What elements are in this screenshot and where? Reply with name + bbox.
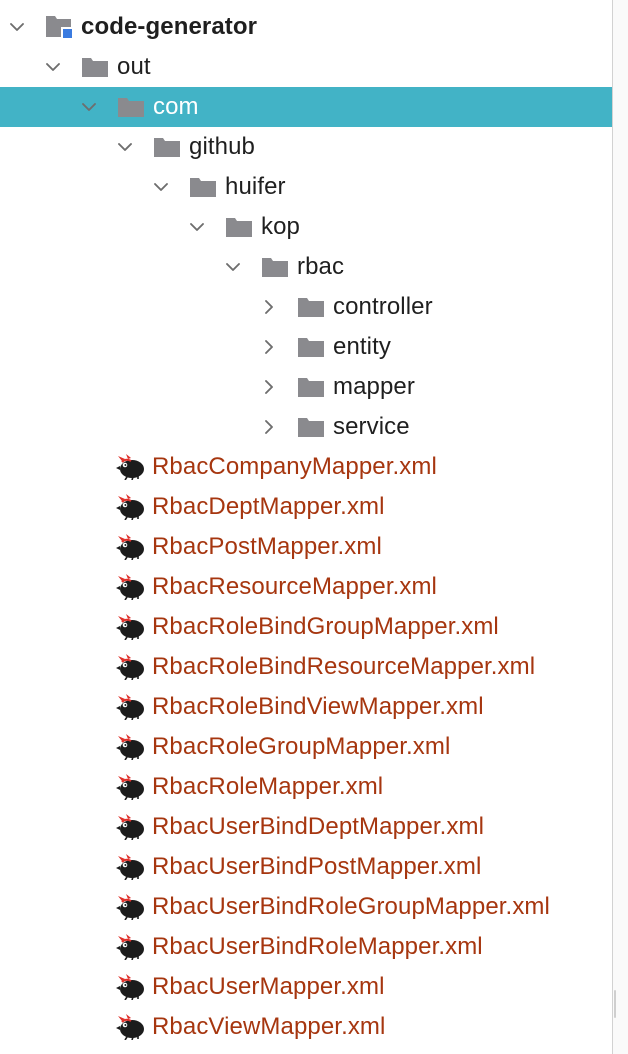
tree-row-label: RbacUserBindDeptMapper.xml: [152, 813, 485, 840]
tree-row-label: RbacRoleBindViewMapper.xml: [152, 693, 484, 720]
mybatis-bird-icon: [116, 494, 146, 520]
tree-row-mapper[interactable]: mapper: [0, 367, 612, 407]
tree-row-out[interactable]: out: [0, 47, 612, 87]
tree-row-f8[interactable]: RbacRoleGroupMapper.xml: [0, 727, 612, 767]
tree-row-f11[interactable]: RbacUserBindPostMapper.xml: [0, 847, 612, 887]
tree-row-label: kop: [261, 213, 300, 240]
chevron-down-icon[interactable]: [224, 258, 242, 276]
mybatis-bird-icon: [116, 934, 146, 960]
chevron-right-icon[interactable]: [260, 378, 278, 396]
tree-row-f15[interactable]: RbacViewMapper.xml: [0, 1007, 612, 1047]
chevron-down-icon[interactable]: [188, 218, 206, 236]
project-tree: code-generator out com github huifer kop rbac c…: [0, 0, 612, 1054]
module-folder-icon: [44, 14, 74, 40]
tree-row-controller[interactable]: controller: [0, 287, 612, 327]
chevron-down-icon[interactable]: [152, 178, 170, 196]
tree-row-label: RbacViewMapper.xml: [152, 1013, 386, 1040]
chevron-right-icon[interactable]: [260, 418, 278, 436]
tree-row-label: code-generator: [81, 13, 258, 40]
tree-row-label: RbacResourceMapper.xml: [152, 573, 437, 600]
tree-row-label: huifer: [225, 173, 286, 200]
folder-icon: [80, 54, 110, 80]
tree-row-f7[interactable]: RbacRoleBindViewMapper.xml: [0, 687, 612, 727]
tree-row-f10[interactable]: RbacUserBindDeptMapper.xml: [0, 807, 612, 847]
mybatis-bird-icon: [116, 454, 146, 480]
chevron-right-icon[interactable]: [260, 338, 278, 356]
tree-row-label: out: [117, 53, 151, 80]
mybatis-bird-icon: [116, 814, 146, 840]
tree-row-github[interactable]: github: [0, 127, 612, 167]
chevron-right-icon[interactable]: [260, 298, 278, 316]
folder-icon: [296, 334, 326, 360]
tree-row-f13[interactable]: RbacUserBindRoleMapper.xml: [0, 927, 612, 967]
tree-row-label: controller: [333, 293, 433, 320]
folder-icon: [224, 214, 254, 240]
tree-row-label: RbacRoleBindGroupMapper.xml: [152, 613, 499, 640]
chevron-down-icon[interactable]: [44, 58, 62, 76]
chevron-down-icon[interactable]: [116, 138, 134, 156]
chevron-down-icon[interactable]: [80, 98, 98, 116]
tree-row-f1[interactable]: RbacCompanyMapper.xml: [0, 447, 612, 487]
tree-row-label: mapper: [333, 373, 415, 400]
mybatis-bird-icon: [116, 974, 146, 1000]
tree-row-com[interactable]: com: [0, 87, 612, 127]
mybatis-bird-icon: [116, 894, 146, 920]
mybatis-bird-icon: [116, 854, 146, 880]
tree-row-label: RbacCompanyMapper.xml: [152, 453, 437, 480]
tree-row-code-generator[interactable]: code-generator: [0, 7, 612, 47]
tree-row-kop[interactable]: kop: [0, 207, 612, 247]
tree-row-entity[interactable]: entity: [0, 327, 612, 367]
folder-icon: [296, 414, 326, 440]
folder-icon: [188, 174, 218, 200]
tree-row-label: github: [189, 133, 255, 160]
tree-row-rbac[interactable]: rbac: [0, 247, 612, 287]
tree-row-f12[interactable]: RbacUserBindRoleGroupMapper.xml: [0, 887, 612, 927]
tree-row-f5[interactable]: RbacRoleBindGroupMapper.xml: [0, 607, 612, 647]
mybatis-bird-icon: [116, 774, 146, 800]
tree-row-label: rbac: [297, 253, 345, 280]
tree-row-label: entity: [333, 333, 391, 360]
tree-row-label: RbacPostMapper.xml: [152, 533, 382, 560]
tree-row-f4[interactable]: RbacResourceMapper.xml: [0, 567, 612, 607]
tree-row-label: RbacRoleMapper.xml: [152, 773, 384, 800]
folder-icon: [116, 94, 146, 120]
tree-row-service[interactable]: service: [0, 407, 612, 447]
tree-row-label: RbacUserBindRoleMapper.xml: [152, 933, 483, 960]
tree-row-huifer[interactable]: huifer: [0, 167, 612, 207]
mybatis-bird-icon: [116, 1014, 146, 1040]
tree-row-f14[interactable]: RbacUserMapper.xml: [0, 967, 612, 1007]
mybatis-bird-icon: [116, 534, 146, 560]
mybatis-bird-icon: [116, 614, 146, 640]
chevron-down-icon[interactable]: [8, 18, 26, 36]
folder-icon: [152, 134, 182, 160]
tree-row-label: service: [333, 413, 410, 440]
folder-icon: [296, 294, 326, 320]
tree-row-label: RbacRoleBindResourceMapper.xml: [152, 653, 536, 680]
tree-row-label: RbacUserMapper.xml: [152, 973, 385, 1000]
folder-icon: [260, 254, 290, 280]
tree-row-f2[interactable]: RbacDeptMapper.xml: [0, 487, 612, 527]
tree-row-label: RbacDeptMapper.xml: [152, 493, 385, 520]
mybatis-bird-icon: [116, 654, 146, 680]
mybatis-bird-icon: [116, 574, 146, 600]
tree-row-f6[interactable]: RbacRoleBindResourceMapper.xml: [0, 647, 612, 687]
tree-row-label: RbacUserBindRoleGroupMapper.xml: [152, 893, 550, 920]
folder-icon: [296, 374, 326, 400]
mybatis-bird-icon: [116, 734, 146, 760]
vertical-scrollbar[interactable]: [613, 0, 628, 1054]
tree-row-f9[interactable]: RbacRoleMapper.xml: [0, 767, 612, 807]
scrollbar-thumb[interactable]: [614, 990, 616, 1018]
tree-row-f3[interactable]: RbacPostMapper.xml: [0, 527, 612, 567]
tree-row-label: RbacRoleGroupMapper.xml: [152, 733, 451, 760]
tree-row-label: com: [153, 93, 199, 120]
tree-row-label: RbacUserBindPostMapper.xml: [152, 853, 482, 880]
mybatis-bird-icon: [116, 694, 146, 720]
